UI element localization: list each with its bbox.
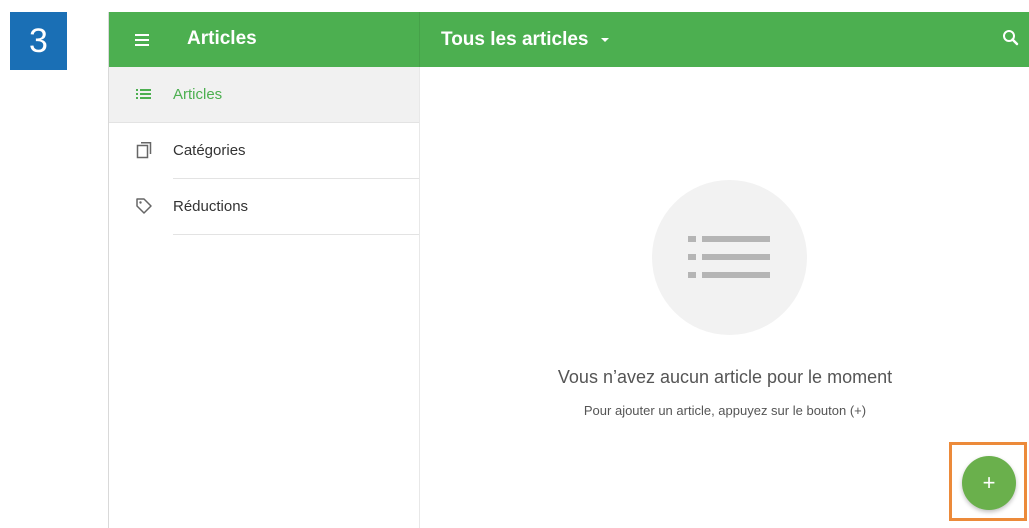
app-title: Articles xyxy=(187,28,257,49)
add-article-button[interactable]: + xyxy=(962,456,1016,510)
filter-label: Tous les articles xyxy=(441,29,589,50)
tag-icon xyxy=(135,197,153,215)
step-number: 3 xyxy=(29,22,48,60)
step-badge: 3 xyxy=(10,12,67,70)
main-content: Vous n’avez aucun article pour le moment… xyxy=(420,67,1029,528)
sidebar-item-categories[interactable]: Catégories xyxy=(136,123,419,179)
empty-state-illustration xyxy=(652,180,807,335)
list-icon xyxy=(688,236,770,278)
caret-down-icon xyxy=(600,38,609,42)
sidebar-item-label: Articles xyxy=(173,86,223,103)
filter-dropdown[interactable]: Tous les articles xyxy=(441,27,609,53)
empty-state-subtitle: Pour ajouter un article, appuyez sur le … xyxy=(583,403,867,418)
plus-icon: + xyxy=(982,470,996,495)
sidebar: Articles Catégories Réductions xyxy=(109,67,420,528)
app-window: Articles Tous les articles Articles Caté… xyxy=(108,12,1029,528)
empty-state-title: Vous n’avez aucun article pour le moment xyxy=(557,367,893,387)
top-bar: Articles Tous les articles xyxy=(109,12,1029,67)
sidebar-item-articles[interactable]: Articles xyxy=(109,67,419,123)
menu-icon[interactable] xyxy=(131,29,155,51)
sidebar-item-reductions[interactable]: Réductions xyxy=(136,179,419,235)
list-icon xyxy=(135,85,153,103)
topbar-divider xyxy=(419,12,420,67)
sidebar-item-label: Réductions xyxy=(173,198,249,215)
copy-icon xyxy=(135,141,153,159)
sidebar-item-label: Catégories xyxy=(173,142,246,159)
search-icon[interactable] xyxy=(1000,27,1022,49)
